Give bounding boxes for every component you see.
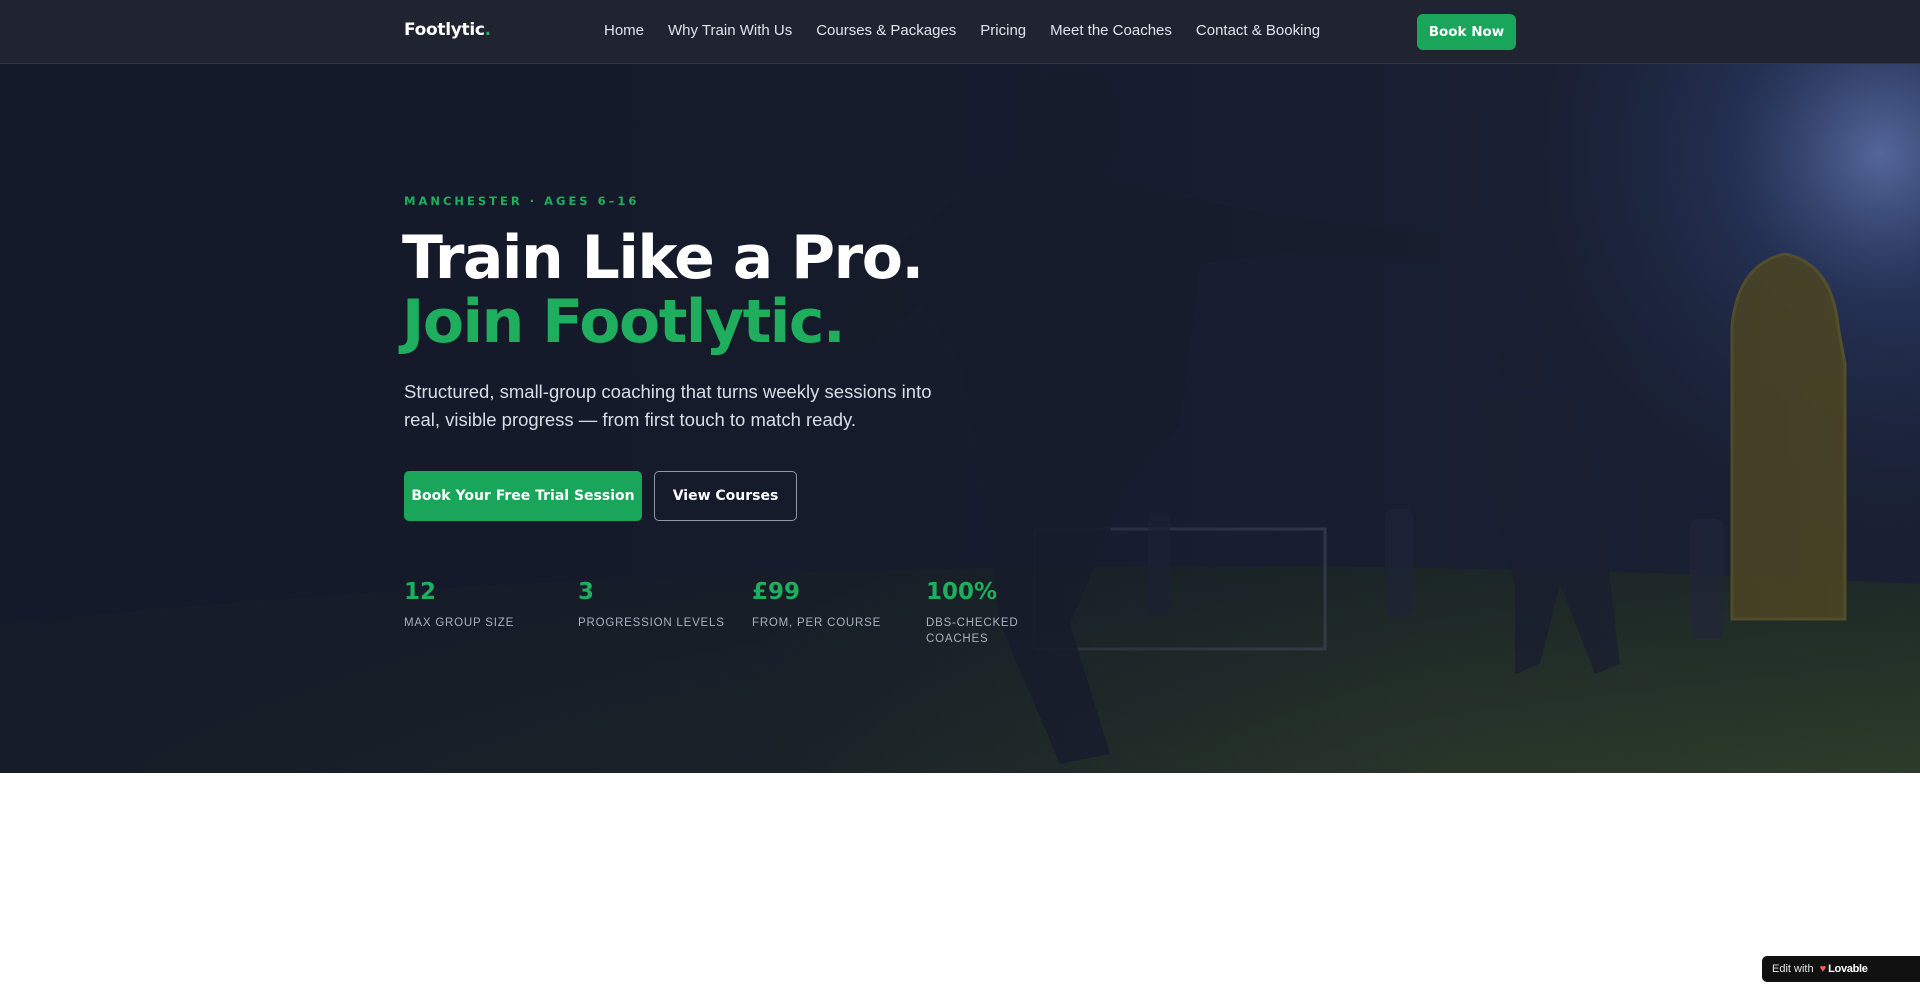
stat-value: 100% [926,579,998,605]
nav-link-courses[interactable]: Courses & Packages [816,22,956,39]
site-logo[interactable]: Footlytic. [404,20,491,40]
nav-link-coaches[interactable]: Meet the Coaches [1050,22,1172,39]
free-trial-button[interactable]: Book Your Free Trial Session [404,471,642,521]
hero-lead: Structured, small-group coaching that tu… [404,381,932,430]
stat-value: 12 [404,579,437,605]
nav-link-home[interactable]: Home [604,22,644,39]
hero-eyebrow: MANCHESTER · AGES 6–16 [404,194,640,208]
badge-brand: Lovable [1828,963,1868,975]
stat-label: PROGRESSION LEVELS [578,617,725,629]
stat-value: £99 [752,579,801,605]
lovable-heart-icon: ♥ [1819,963,1827,975]
badge-prefix: Edit with [1772,963,1814,975]
stat-label: FROM, PER COURSE [752,617,882,629]
logo-dot: . [484,20,491,40]
hero-section: MANCHESTER · AGES 6–16 Train Like a Pro.… [0,64,1920,773]
nav-links: Home Why Train With Us Courses & Package… [604,22,1320,39]
nav-link-why-train[interactable]: Why Train With Us [668,22,792,39]
hero-title-line-1: Train Like a Pro. [402,223,924,293]
top-navigation: Footlytic. Home Why Train With Us Course… [0,0,1920,64]
stat-dbs-checked: 100% DBS-CHECKED COACHES [926,578,1036,647]
hero-title: Train Like a Pro. Join Footlytic. [402,223,924,357]
logo-text: Footlytic [404,20,485,40]
stat-value: 3 [578,579,595,605]
edit-with-lovable-badge[interactable]: Edit with ♥ Lovable ✕ [1762,956,1920,982]
hero-title-line-2: Join Footlytic. [402,287,846,357]
view-courses-button[interactable]: View Courses [654,471,797,521]
stat-group-size: 12 MAX GROUP SIZE [404,578,554,631]
stat-label: DBS-CHECKED COACHES [926,617,1019,645]
nav-link-contact[interactable]: Contact & Booking [1196,22,1320,39]
nav-link-pricing[interactable]: Pricing [980,22,1026,39]
book-now-button[interactable]: Book Now [1417,14,1516,50]
stat-progression-levels: 3 PROGRESSION LEVELS [578,578,728,631]
stat-label: MAX GROUP SIZE [404,617,515,629]
stat-price: £99 FROM, PER COURSE [752,578,902,631]
